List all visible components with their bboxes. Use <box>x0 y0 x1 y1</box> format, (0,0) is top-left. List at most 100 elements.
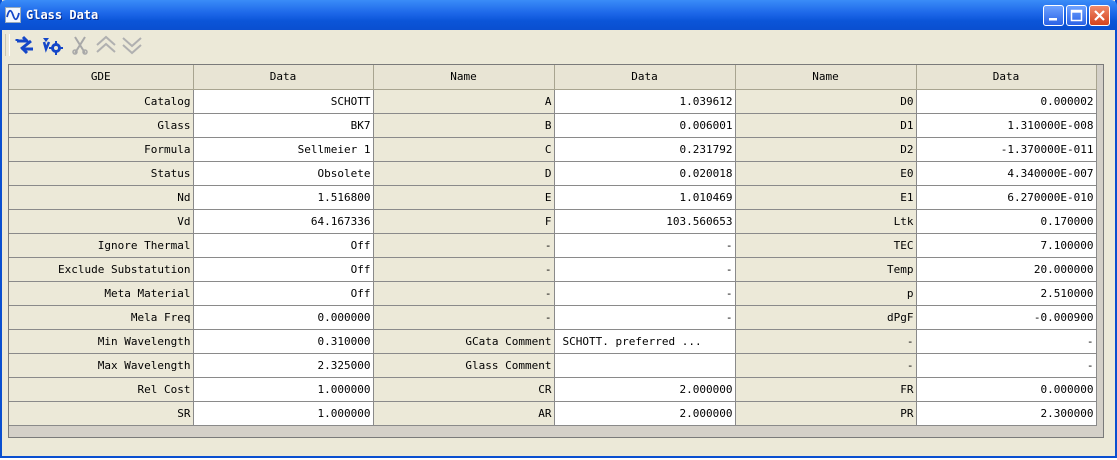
param-value-cell[interactable]: 1.000000 <box>193 401 374 426</box>
coef-value-cell[interactable]: - <box>554 233 736 258</box>
column-header-data-2[interactable]: Data <box>554 65 736 90</box>
thermal-value-cell[interactable]: -0.000900 <box>916 305 1097 330</box>
thermal-value-cell[interactable]: 0.000002 <box>916 89 1097 114</box>
param-name-cell[interactable]: Min Wavelength <box>9 329 194 354</box>
thermal-name-cell[interactable]: FR <box>735 377 917 402</box>
param-name-cell[interactable]: Meta Material <box>9 281 194 306</box>
thermal-value-cell[interactable]: 2.300000 <box>916 401 1097 426</box>
param-value-cell[interactable]: 0.310000 <box>193 329 374 354</box>
coef-value-cell[interactable]: 0.006001 <box>554 113 736 138</box>
waveform-icon[interactable] <box>5 7 21 23</box>
coef-value-cell[interactable]: 103.560653 <box>554 209 736 234</box>
param-value-cell[interactable]: BK7 <box>193 113 374 138</box>
param-name-cell[interactable]: Ignore Thermal <box>9 233 194 258</box>
maximize-button[interactable] <box>1066 5 1087 26</box>
coef-name-cell[interactable]: Glass Comment <box>373 353 555 378</box>
param-name-cell[interactable]: SR <box>9 401 194 426</box>
thermal-value-cell[interactable]: 20.000000 <box>916 257 1097 282</box>
coef-value-cell[interactable] <box>554 353 736 378</box>
param-name-cell[interactable]: Glass <box>9 113 194 138</box>
param-value-cell[interactable]: Off <box>193 257 374 282</box>
thermal-value-cell[interactable]: - <box>916 353 1097 378</box>
column-header-data-1[interactable]: Data <box>193 65 374 90</box>
thermal-name-cell[interactable]: D1 <box>735 113 917 138</box>
param-value-cell[interactable]: SCHOTT <box>193 89 374 114</box>
param-name-cell[interactable]: Status <box>9 161 194 186</box>
thermal-name-cell[interactable]: E1 <box>735 185 917 210</box>
param-value-cell[interactable]: Sellmeier 1 <box>193 137 374 162</box>
coef-name-cell[interactable]: - <box>373 281 555 306</box>
thermal-value-cell[interactable]: - <box>916 329 1097 354</box>
move-up-button[interactable] <box>94 33 118 57</box>
param-name-cell[interactable]: Vd <box>9 209 194 234</box>
thermal-name-cell[interactable]: Temp <box>735 257 917 282</box>
coef-name-cell[interactable]: F <box>373 209 555 234</box>
thermal-name-cell[interactable]: - <box>735 353 917 378</box>
column-header-gde[interactable]: GDE <box>9 65 194 90</box>
param-name-cell[interactable]: Formula <box>9 137 194 162</box>
coef-value-cell[interactable]: 1.010469 <box>554 185 736 210</box>
param-name-cell[interactable]: Nd <box>9 185 194 210</box>
close-button[interactable] <box>1089 5 1110 26</box>
title-bar[interactable]: Glass Data <box>0 0 1117 30</box>
thermal-name-cell[interactable]: TEC <box>735 233 917 258</box>
thermal-value-cell[interactable]: 2.510000 <box>916 281 1097 306</box>
thermal-name-cell[interactable]: PR <box>735 401 917 426</box>
thermal-name-cell[interactable]: D2 <box>735 137 917 162</box>
param-value-cell[interactable]: 64.167336 <box>193 209 374 234</box>
thermal-value-cell[interactable]: 0.170000 <box>916 209 1097 234</box>
coef-value-cell[interactable]: 2.000000 <box>554 401 736 426</box>
param-value-cell[interactable]: 1.000000 <box>193 377 374 402</box>
param-value-cell[interactable]: 1.516800 <box>193 185 374 210</box>
thermal-name-cell[interactable]: - <box>735 329 917 354</box>
coef-value-cell[interactable]: 0.020018 <box>554 161 736 186</box>
column-header-name-2[interactable]: Name <box>373 65 555 90</box>
param-name-cell[interactable]: Rel Cost <box>9 377 194 402</box>
param-name-cell[interactable]: Mela Freq <box>9 305 194 330</box>
coef-value-cell[interactable]: 1.039612 <box>554 89 736 114</box>
coef-value-cell[interactable]: 2.000000 <box>554 377 736 402</box>
param-value-cell[interactable]: 0.000000 <box>193 305 374 330</box>
param-name-cell[interactable]: Max Wavelength <box>9 353 194 378</box>
thermal-value-cell[interactable]: 7.100000 <box>916 233 1097 258</box>
coef-name-cell[interactable]: C <box>373 137 555 162</box>
param-value-cell[interactable]: Obsolete <box>193 161 374 186</box>
coef-name-cell[interactable]: - <box>373 305 555 330</box>
thermal-name-cell[interactable]: Ltk <box>735 209 917 234</box>
coef-name-cell[interactable]: AR <box>373 401 555 426</box>
coef-name-cell[interactable]: CR <box>373 377 555 402</box>
coef-value-cell[interactable]: - <box>554 305 736 330</box>
coef-name-cell[interactable]: - <box>373 233 555 258</box>
refresh-button[interactable] <box>13 33 37 57</box>
thermal-name-cell[interactable]: E0 <box>735 161 917 186</box>
cut-button[interactable] <box>68 33 92 57</box>
param-value-cell[interactable]: 2.325000 <box>193 353 374 378</box>
thermal-value-cell[interactable]: 6.270000E-010 <box>916 185 1097 210</box>
thermal-value-cell[interactable]: -1.370000E-011 <box>916 137 1097 162</box>
column-header-data-3[interactable]: Data <box>916 65 1097 90</box>
coef-value-cell[interactable]: - <box>554 257 736 282</box>
thermal-name-cell[interactable]: D0 <box>735 89 917 114</box>
coef-value-cell[interactable]: - <box>554 281 736 306</box>
thermal-value-cell[interactable]: 4.340000E-007 <box>916 161 1097 186</box>
coef-name-cell[interactable]: - <box>373 257 555 282</box>
coef-name-cell[interactable]: D <box>373 161 555 186</box>
thermal-name-cell[interactable]: p <box>735 281 917 306</box>
coef-name-cell[interactable]: GCata Comment <box>373 329 555 354</box>
param-name-cell[interactable]: Exclude Substatution <box>9 257 194 282</box>
settings-button[interactable] <box>40 33 64 57</box>
coef-value-cell[interactable]: SCHOTT. preferred ... <box>554 329 736 354</box>
thermal-value-cell[interactable]: 1.310000E-008 <box>916 113 1097 138</box>
glass-data-grid[interactable]: GDE Data Name Data Name Data Catalog SCHO… <box>8 64 1104 438</box>
thermal-name-cell[interactable]: dPgF <box>735 305 917 330</box>
param-value-cell[interactable]: Off <box>193 281 374 306</box>
column-header-name-3[interactable]: Name <box>735 65 917 90</box>
coef-value-cell[interactable]: 0.231792 <box>554 137 736 162</box>
param-name-cell[interactable]: Catalog <box>9 89 194 114</box>
move-down-button[interactable] <box>120 33 144 57</box>
param-value-cell[interactable]: Off <box>193 233 374 258</box>
coef-name-cell[interactable]: B <box>373 113 555 138</box>
thermal-value-cell[interactable]: 0.000000 <box>916 377 1097 402</box>
coef-name-cell[interactable]: A <box>373 89 555 114</box>
coef-name-cell[interactable]: E <box>373 185 555 210</box>
